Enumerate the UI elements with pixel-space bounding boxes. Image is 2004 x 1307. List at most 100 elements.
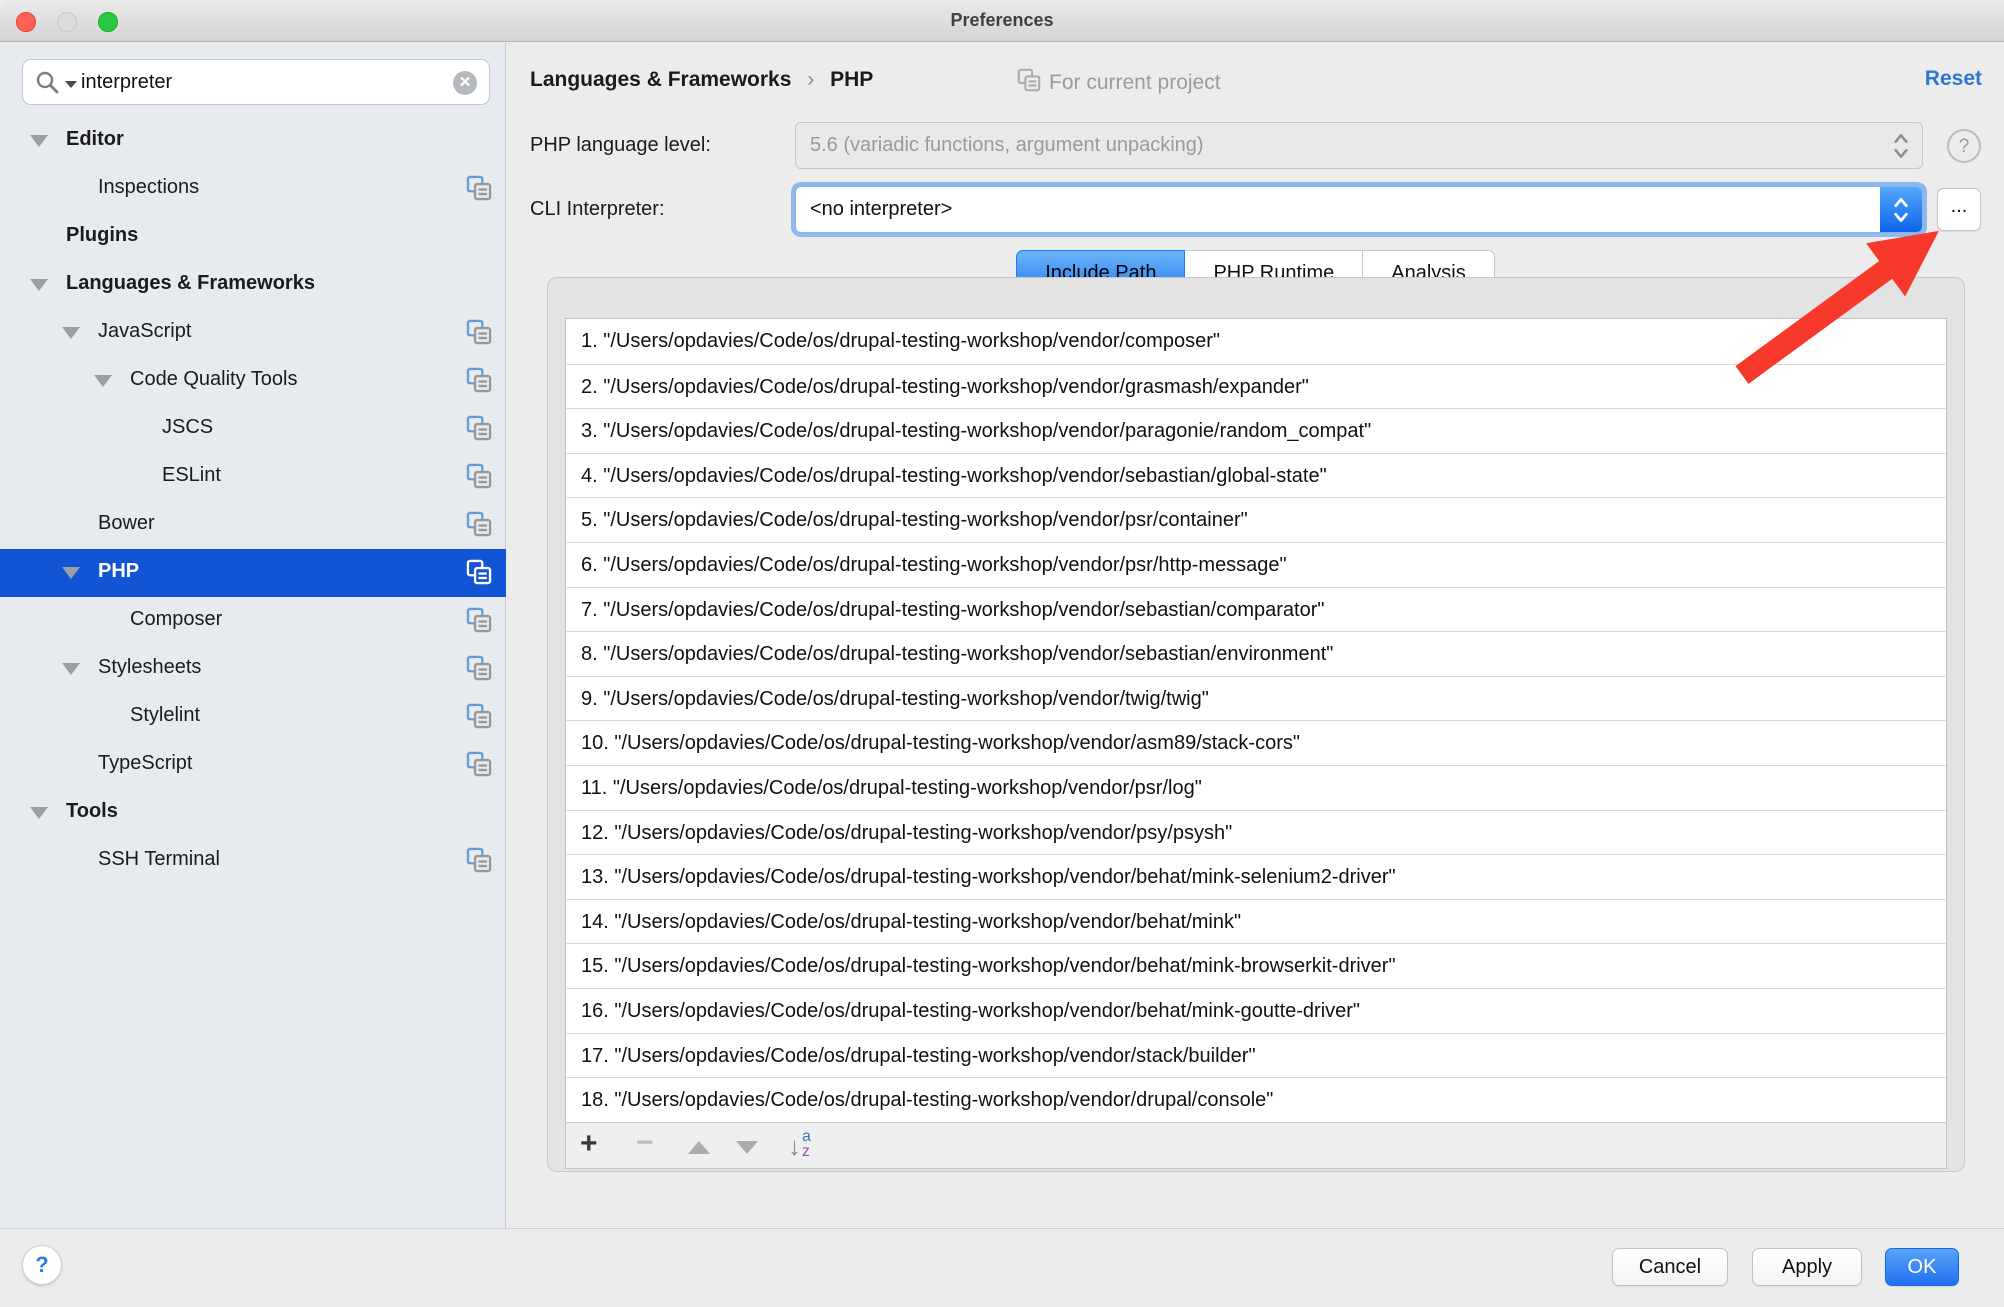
sidebar-tree-item[interactable]: Stylesheets bbox=[0, 645, 506, 693]
sidebar-tree-item[interactable]: Composer bbox=[0, 597, 506, 645]
project-override-icon bbox=[466, 367, 492, 393]
include-path-row[interactable]: 13. "/Users/opdavies/Code/os/drupal-test… bbox=[566, 854, 1946, 899]
include-path-row[interactable]: 3. "/Users/opdavies/Code/os/drupal-testi… bbox=[566, 408, 1946, 453]
tree-item-label: Inspections bbox=[98, 176, 199, 199]
include-path-panel: 1. "/Users/opdavies/Code/os/drupal-testi… bbox=[547, 277, 1965, 1172]
cli-interpreter-value: <no interpreter> bbox=[810, 198, 952, 220]
help-button[interactable]: ? bbox=[22, 1245, 62, 1285]
include-path-row[interactable]: 10. "/Users/opdavies/Code/os/drupal-test… bbox=[566, 720, 1946, 765]
sort-arrow-icon: ↓ bbox=[788, 1131, 801, 1162]
tree-item-label: Stylesheets bbox=[98, 656, 201, 679]
settings-tree: Editor Inspections Plugins Languages & F… bbox=[0, 117, 506, 885]
project-override-icon bbox=[466, 847, 492, 873]
tree-item-label: Plugins bbox=[66, 224, 138, 247]
tree-item-label: Composer bbox=[130, 608, 222, 631]
sidebar-tree-item[interactable]: Inspections bbox=[0, 165, 506, 213]
include-path-row[interactable]: 9. "/Users/opdavies/Code/os/drupal-testi… bbox=[566, 676, 1946, 721]
expander-triangle-icon[interactable] bbox=[30, 807, 48, 819]
sidebar-tree-item[interactable]: JSCS bbox=[0, 405, 506, 453]
project-override-icon bbox=[466, 511, 492, 537]
scope-indicator: For current project bbox=[1017, 65, 1221, 95]
include-path-row[interactable]: 16. "/Users/opdavies/Code/os/drupal-test… bbox=[566, 988, 1946, 1033]
project-override-icon bbox=[466, 415, 492, 441]
project-override-icon bbox=[466, 559, 492, 585]
sidebar-tree-item[interactable]: Languages & Frameworks bbox=[0, 261, 506, 309]
breadcrumb: Languages & Frameworks › PHP bbox=[530, 68, 873, 92]
tree-item-label: PHP bbox=[98, 560, 139, 583]
tree-item-label: Stylelint bbox=[130, 704, 200, 727]
project-override-icon bbox=[466, 751, 492, 777]
sidebar-tree-item[interactable]: Stylelint bbox=[0, 693, 506, 741]
include-path-row[interactable]: 4. "/Users/opdavies/Code/os/drupal-testi… bbox=[566, 453, 1946, 498]
language-level-label: PHP language level: bbox=[530, 134, 711, 157]
tree-item-label: ESLint bbox=[162, 464, 221, 487]
language-level-stepper-icon bbox=[1880, 123, 1922, 168]
include-path-list[interactable]: 1. "/Users/opdavies/Code/os/drupal-testi… bbox=[565, 318, 1947, 1169]
reset-link[interactable]: Reset bbox=[1925, 67, 1982, 91]
sidebar-tree-item[interactable]: Code Quality Tools bbox=[0, 357, 506, 405]
settings-search-field[interactable]: ✕ bbox=[22, 59, 490, 105]
project-override-icon bbox=[466, 463, 492, 489]
language-level-combobox[interactable]: 5.6 (variadic functions, argument unpack… bbox=[795, 122, 1923, 169]
include-path-row[interactable]: 5. "/Users/opdavies/Code/os/drupal-testi… bbox=[566, 497, 1946, 542]
tree-item-label: Bower bbox=[98, 512, 155, 535]
include-path-rows: 1. "/Users/opdavies/Code/os/drupal-testi… bbox=[566, 319, 1946, 1122]
search-icon bbox=[35, 70, 61, 96]
search-options-caret-icon[interactable] bbox=[65, 81, 77, 88]
include-path-row[interactable]: 11. "/Users/opdavies/Code/os/drupal-test… bbox=[566, 765, 1946, 810]
sidebar-tree-item[interactable]: ESLint bbox=[0, 453, 506, 501]
ok-button[interactable]: OK bbox=[1885, 1248, 1959, 1286]
include-path-row[interactable]: 15. "/Users/opdavies/Code/os/drupal-test… bbox=[566, 943, 1946, 988]
expander-triangle-icon[interactable] bbox=[62, 663, 80, 675]
remove-path-button[interactable]: − bbox=[636, 1123, 654, 1169]
tree-item-label: Code Quality Tools bbox=[130, 368, 298, 391]
move-down-button[interactable] bbox=[736, 1141, 758, 1154]
include-path-row[interactable]: 6. "/Users/opdavies/Code/os/drupal-testi… bbox=[566, 542, 1946, 587]
include-path-row[interactable]: 7. "/Users/opdavies/Code/os/drupal-testi… bbox=[566, 587, 1946, 632]
include-path-row[interactable]: 18. "/Users/opdavies/Code/os/drupal-test… bbox=[566, 1077, 1946, 1122]
tree-item-label: SSH Terminal bbox=[98, 848, 220, 871]
apply-button[interactable]: Apply bbox=[1752, 1248, 1862, 1286]
project-override-icon bbox=[466, 703, 492, 729]
expander-triangle-icon[interactable] bbox=[62, 567, 80, 579]
sort-alphabetically-button[interactable]: ↓az bbox=[788, 1129, 811, 1175]
expander-triangle-icon[interactable] bbox=[30, 135, 48, 147]
sidebar-tree-item[interactable]: SSH Terminal bbox=[0, 837, 506, 885]
sidebar-tree-item[interactable]: PHP bbox=[0, 549, 506, 597]
php-settings-pane: Languages & Frameworks › PHP For current… bbox=[507, 43, 2004, 1228]
expander-triangle-icon[interactable] bbox=[94, 375, 112, 387]
include-path-row[interactable]: 8. "/Users/opdavies/Code/os/drupal-testi… bbox=[566, 631, 1946, 676]
cancel-button[interactable]: Cancel bbox=[1612, 1248, 1728, 1286]
browse-interpreters-button[interactable]: ... bbox=[1937, 188, 1981, 231]
tree-item-label: Languages & Frameworks bbox=[66, 272, 315, 295]
sidebar-tree-item[interactable]: JavaScript bbox=[0, 309, 506, 357]
project-override-icon bbox=[466, 655, 492, 681]
search-input[interactable] bbox=[81, 61, 431, 103]
breadcrumb-current: PHP bbox=[830, 68, 873, 91]
add-path-button[interactable]: + bbox=[580, 1123, 598, 1169]
include-path-row[interactable]: 1. "/Users/opdavies/Code/os/drupal-testi… bbox=[566, 319, 1946, 364]
move-up-button[interactable] bbox=[688, 1141, 710, 1154]
include-path-row[interactable]: 17. "/Users/opdavies/Code/os/drupal-test… bbox=[566, 1033, 1946, 1078]
clear-search-icon[interactable]: ✕ bbox=[453, 71, 477, 95]
sidebar-tree-item[interactable]: Editor bbox=[0, 117, 506, 165]
expander-triangle-icon[interactable] bbox=[62, 327, 80, 339]
tree-item-label: JavaScript bbox=[98, 320, 191, 343]
sidebar-tree-item[interactable]: TypeScript bbox=[0, 741, 506, 789]
scope-label: For current project bbox=[1049, 71, 1221, 94]
project-override-icon bbox=[466, 319, 492, 345]
dialog-footer: ? Cancel Apply OK bbox=[0, 1228, 2004, 1307]
project-override-icon bbox=[466, 175, 492, 201]
sidebar-tree-item[interactable]: Plugins bbox=[0, 213, 506, 261]
sidebar-tree-item[interactable]: Tools bbox=[0, 789, 506, 837]
expander-triangle-icon[interactable] bbox=[30, 279, 48, 291]
language-level-value: 5.6 (variadic functions, argument unpack… bbox=[810, 134, 1204, 156]
tree-item-label: Editor bbox=[66, 128, 124, 151]
include-path-row[interactable]: 12. "/Users/opdavies/Code/os/drupal-test… bbox=[566, 810, 1946, 855]
include-path-row[interactable]: 14. "/Users/opdavies/Code/os/drupal-test… bbox=[566, 899, 1946, 944]
project-override-icon bbox=[466, 607, 492, 633]
window-title: Preferences bbox=[0, 10, 2004, 31]
language-level-help-icon[interactable]: ? bbox=[1947, 129, 1981, 163]
cli-interpreter-combobox[interactable]: <no interpreter> bbox=[795, 186, 1923, 233]
sidebar-tree-item[interactable]: Bower bbox=[0, 501, 506, 549]
